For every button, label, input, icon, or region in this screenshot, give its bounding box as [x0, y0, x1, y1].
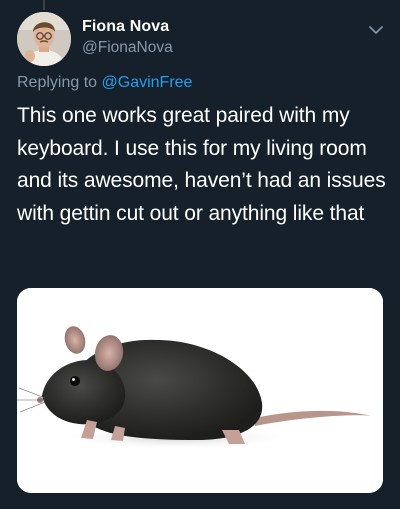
- tweet-body-text: This one works great paired with my keyb…: [17, 104, 386, 225]
- chevron-down-icon: [369, 26, 383, 34]
- tweet-media-image[interactable]: [17, 288, 383, 493]
- reply-mention-link[interactable]: @GavinFree: [102, 74, 193, 91]
- thread-connector-line: [43, 0, 45, 10]
- avatar-icon: [17, 12, 71, 66]
- author-display-name[interactable]: Fiona Nova: [82, 18, 169, 36]
- replying-to-line: Replying to @GavinFree: [17, 74, 192, 92]
- author-handle[interactable]: @FionaNova: [82, 39, 173, 57]
- tweet-menu-button[interactable]: [366, 22, 386, 38]
- author-avatar[interactable]: [17, 12, 71, 66]
- replying-to-prefix: Replying to: [17, 74, 102, 91]
- mouse-animal-photo: [17, 288, 383, 493]
